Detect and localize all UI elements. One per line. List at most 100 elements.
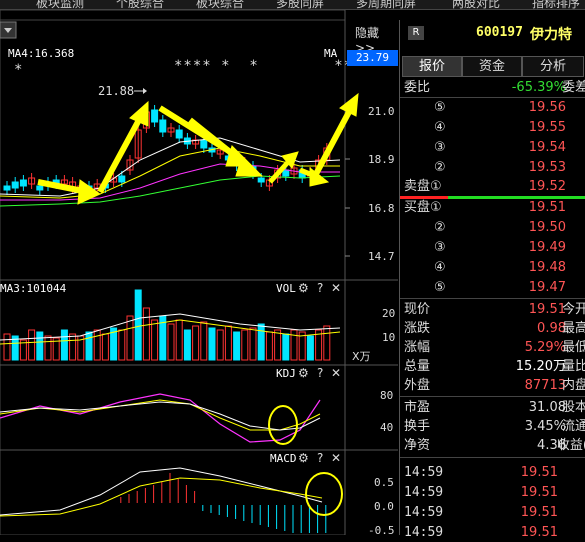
gear-icon[interactable]: ⚙ <box>298 281 309 295</box>
volume-bar <box>224 325 232 361</box>
ma-label: MA4:16.368 <box>8 47 75 60</box>
stat-row-pe: 市盈 31.08 股本 <box>404 400 585 415</box>
vol-tick: 10 <box>382 331 396 344</box>
buy-level-3: ③ 19.49 <box>434 240 566 255</box>
volume-bar <box>257 323 265 361</box>
sell-level-1: 卖盘① 19.52 <box>404 179 566 194</box>
help-icon[interactable]: ? <box>317 281 323 295</box>
buy-level-4: ④ 19.48 <box>434 260 566 275</box>
buy-level-2: ② 19.50 <box>434 220 566 235</box>
tab-analysis[interactable]: 分析 <box>522 56 584 77</box>
sell-level-5: ⑤ 19.56 <box>434 100 566 115</box>
weicha-label: 委差 <box>561 80 585 95</box>
volume-bar <box>200 321 208 361</box>
vol-name: VOL <box>276 282 296 295</box>
kline-chart-area[interactable]: MA4:16.368 MA 21.88 **** * * ** * 隐藏>> 2… <box>0 10 398 537</box>
buy-level-1: 买盘① 19.51 <box>404 200 566 215</box>
stat-row-netasset: 净资 4.36 收益( <box>404 438 585 453</box>
stat-row-outer: 外盘 87713 内盘 <box>404 378 585 393</box>
current-price-tag: 23.79 <box>347 50 398 66</box>
candle-body <box>19 179 27 187</box>
kdj-tick: 40 <box>380 421 394 434</box>
top-tab-compare[interactable]: 两股对比 <box>452 0 500 9</box>
signal-stars: **** * * ** <box>174 58 354 74</box>
price-tick: 14.7 <box>368 250 395 263</box>
candle-body <box>11 181 19 189</box>
close-icon[interactable]: ✕ <box>331 366 341 380</box>
stat-row-turnover: 换手 3.45% 流通 <box>404 419 585 434</box>
sell-level-2: ② 19.53 <box>434 160 566 175</box>
help-icon[interactable]: ? <box>317 451 323 465</box>
volume-bar <box>241 329 249 361</box>
close-icon[interactable]: ✕ <box>331 451 341 465</box>
close-icon[interactable]: ✕ <box>331 281 341 295</box>
volume-bar <box>85 331 93 361</box>
macd-name: MACD <box>270 452 297 465</box>
volume-bar <box>306 335 314 361</box>
volume-bar <box>216 329 224 361</box>
volume-bar <box>323 325 331 361</box>
top-tab-board-monitor[interactable]: 板块监测 <box>36 0 84 9</box>
stock-name: 伊力特 <box>530 27 572 43</box>
volume-bar <box>208 327 216 361</box>
candle-body <box>151 109 159 123</box>
top-tab-multi-period[interactable]: 多周期同屏 <box>356 0 416 9</box>
tab-funds[interactable]: 资金 <box>462 56 522 77</box>
top-tab-indicator-sort[interactable]: 指标排序 <box>532 0 580 9</box>
top-tab-strip: 板块监测 个股综合 板块综合 多股同屏 多周期同屏 两股对比 指标排序 <box>0 0 585 10</box>
vol-ma-label: MA3:101044 <box>0 282 67 295</box>
volume-bar <box>126 315 134 361</box>
volume-bar <box>175 319 183 361</box>
volume-bar <box>93 329 101 361</box>
quote-panel: R 600197 伊力特 报价 资金 分析 委比 -65.39% 委差 ⑤ 19… <box>399 20 585 540</box>
candle-body <box>200 139 208 149</box>
tab-quote[interactable]: 报价 <box>402 56 462 77</box>
tick-row: 14:59 19.51 <box>404 525 558 540</box>
top-tab-board-overview[interactable]: 板块综合 <box>196 0 244 9</box>
help-icon[interactable]: ? <box>317 366 323 380</box>
sell-level-3: ③ 19.54 <box>434 140 566 155</box>
volume-bar <box>249 327 257 361</box>
volume-bar <box>265 331 273 361</box>
volume-bar <box>274 329 282 361</box>
tick-row: 14:59 19.51 <box>404 465 558 480</box>
buy-level-5: ⑤ 19.47 <box>434 280 566 295</box>
top-tab-stock-overview[interactable]: 个股综合 <box>116 0 164 9</box>
price-tick: 18.9 <box>368 153 395 166</box>
high-price-label: 21.88 <box>98 84 135 98</box>
volume-bar <box>134 289 142 361</box>
gear-icon[interactable]: ⚙ <box>298 451 309 465</box>
macd-dif-line <box>0 467 323 516</box>
weibi-row: 委比 -65.39% 委差 <box>400 78 585 97</box>
volume-bar <box>183 329 191 361</box>
top-tab-multi-stock[interactable]: 多股同屏 <box>276 0 324 9</box>
candle-body <box>118 175 126 183</box>
kdj-tick: 80 <box>380 389 394 402</box>
gear-icon[interactable]: ⚙ <box>298 366 309 380</box>
volume-bar <box>3 333 11 361</box>
trend-arrows <box>37 92 359 205</box>
price-tick: 16.8 <box>368 202 395 215</box>
candle-body <box>257 177 265 183</box>
candle-body <box>175 129 183 139</box>
volume-bar <box>36 331 44 361</box>
volume-bar <box>167 323 175 361</box>
stat-row-change: 涨跌 0.98 最高 <box>404 321 585 336</box>
left-star: * <box>14 62 23 78</box>
vol-tick: 20 <box>382 307 396 320</box>
stat-row-volume: 总量 15.20万 量比 <box>404 359 585 374</box>
price-tick: 21.0 <box>368 105 395 118</box>
kdj-k-line <box>0 401 321 431</box>
macd-highlight-circle <box>305 472 343 516</box>
volume-bar <box>151 319 159 361</box>
stock-code: 600197 <box>476 25 523 40</box>
vol-unit: X万 <box>352 350 371 363</box>
stat-row-price: 现价 19.51 今开 <box>404 302 585 317</box>
volume-bar <box>69 333 77 361</box>
tick-row: 14:59 19.51 <box>404 485 558 500</box>
volume-bar <box>118 329 126 361</box>
stat-row-pct: 涨幅 5.29% 最低 <box>404 340 585 355</box>
candle-body <box>3 185 11 191</box>
sell-level-4: ④ 19.55 <box>434 120 566 135</box>
macd-tick: -0.5 <box>368 524 395 537</box>
